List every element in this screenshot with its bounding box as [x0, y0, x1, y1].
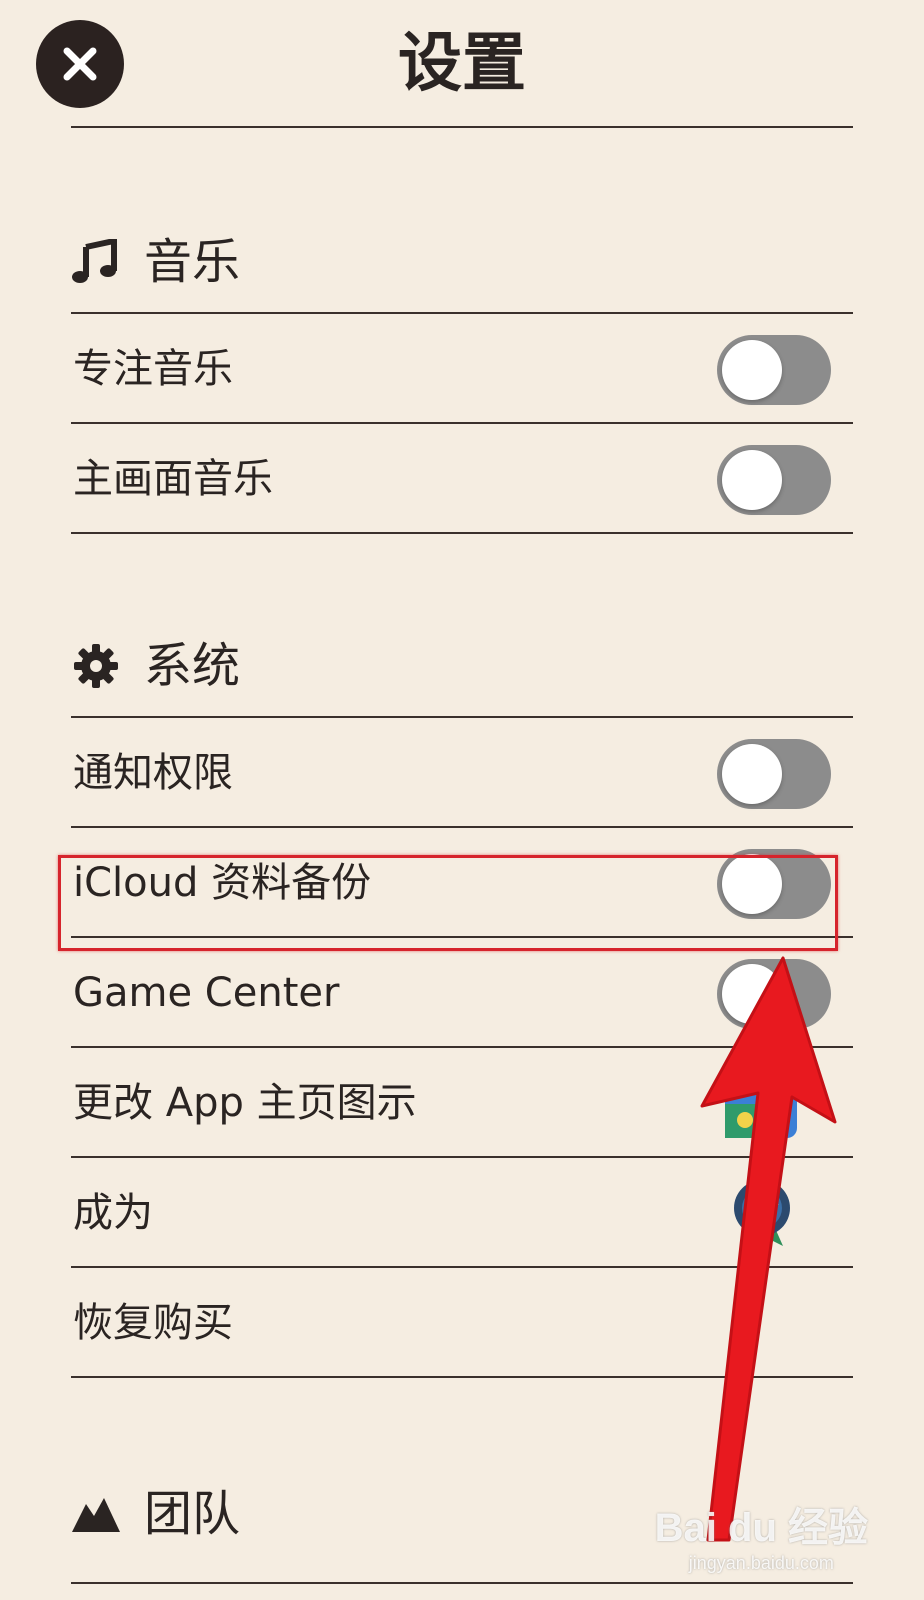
row-label: 更改 App 主页图示 — [73, 1080, 417, 1126]
settings-row-restore-purchase[interactable]: 恢复购买 — [71, 1268, 853, 1378]
page-title: 设置 — [398, 27, 526, 101]
icloud-backup-toggle[interactable] — [717, 849, 831, 919]
row-label: 专注音乐 — [73, 346, 233, 392]
section-header-music: 音乐 — [72, 222, 240, 302]
divider — [71, 532, 853, 534]
row-label: 主画面音乐 — [73, 456, 273, 502]
game-center-toggle[interactable] — [717, 959, 831, 1029]
mountain-icon — [72, 1498, 120, 1532]
notification-toggle[interactable] — [717, 739, 831, 809]
music-note-icon — [72, 239, 117, 283]
row-label: 通知权限 — [73, 750, 233, 796]
row-label: Game Center — [73, 970, 340, 1016]
watermark: Bai du 经验 jingyan.baidu.com — [654, 1506, 868, 1573]
gear-icon — [74, 644, 118, 688]
section-header-system: 系统 — [72, 626, 240, 706]
row-label: 成为 — [73, 1190, 153, 1236]
settings-row-become[interactable]: 成为 — [71, 1158, 853, 1268]
settings-row-change-app-icon[interactable]: 更改 App 主页图示 — [71, 1048, 853, 1158]
settings-row-game-center: Game Center — [71, 938, 853, 1048]
settings-row-icloud-backup: iCloud 资料备份 — [71, 828, 853, 938]
divider — [71, 1582, 853, 1584]
row-label: iCloud 资料备份 — [73, 860, 372, 906]
section-header-team: 团队 — [72, 1474, 240, 1554]
home-music-toggle[interactable] — [717, 445, 831, 515]
section-title-system: 系统 — [144, 638, 241, 694]
settings-row-focus-music: 专注音乐 — [71, 314, 853, 424]
row-label: 恢复购买 — [73, 1300, 233, 1346]
divider — [71, 1376, 853, 1378]
settings-row-notification: 通知权限 — [71, 718, 853, 828]
app-icon-thumbnail — [725, 1074, 797, 1142]
section-title-music: 音乐 — [144, 234, 241, 290]
settings-row-home-music: 主画面音乐 — [71, 424, 853, 534]
divider — [71, 126, 853, 128]
focus-music-toggle[interactable] — [717, 335, 831, 405]
badge-icon — [727, 1176, 797, 1252]
section-title-team: 团队 — [144, 1486, 241, 1542]
settings-screen: 设置 音乐 专注音乐 主画面音乐 系统 通知权限 iCloud 资料备份 Gam… — [0, 0, 924, 1600]
